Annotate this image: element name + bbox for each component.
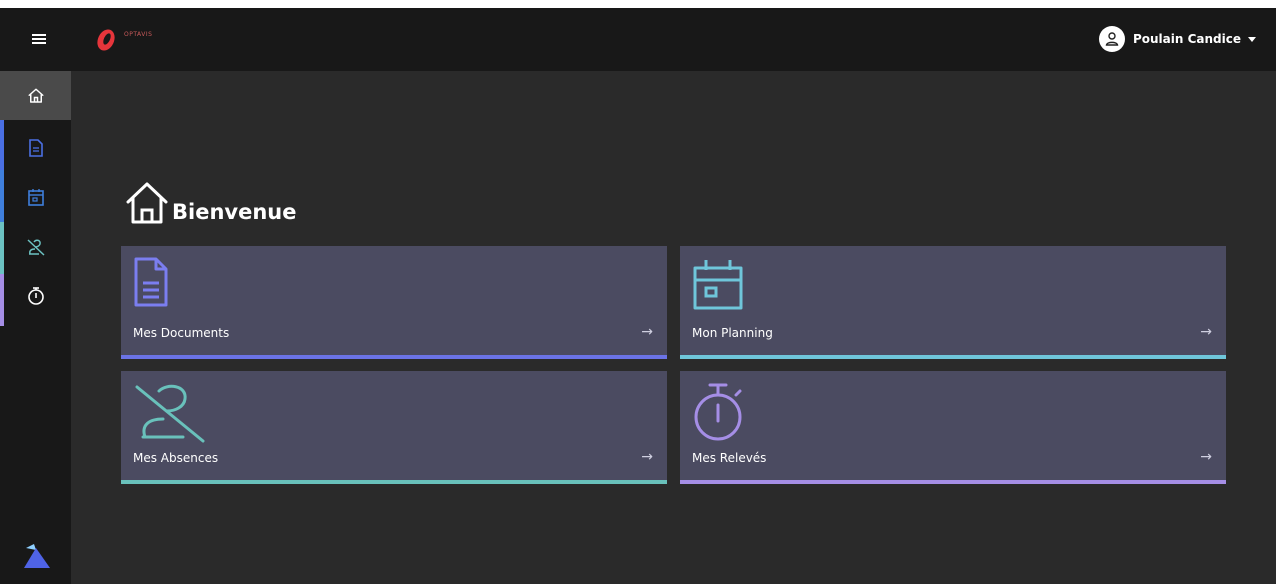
brand-shape-icon	[24, 544, 50, 568]
card-label: Mon Planning	[692, 326, 773, 340]
user-off-icon	[26, 238, 45, 256]
arrow-right-icon: →	[1200, 449, 1212, 465]
home-icon	[126, 182, 168, 224]
menu-icon[interactable]	[30, 30, 48, 48]
card-mes-absences[interactable]: Mes Absences →	[121, 371, 667, 484]
card-label: Mes Documents	[133, 326, 230, 340]
arrow-right-icon: →	[641, 324, 653, 340]
document-icon	[28, 138, 43, 157]
card-accent-line	[680, 480, 1226, 484]
avatar	[1098, 26, 1125, 52]
page-title: Bienvenue	[172, 200, 297, 224]
card-accent-line	[121, 480, 667, 484]
optavis-logo[interactable]: OPTAVIS	[90, 26, 152, 54]
sidebar-item-absences[interactable]	[0, 222, 71, 271]
card-accent-line	[121, 355, 667, 359]
stopwatch-icon	[694, 383, 742, 441]
user-icon	[1105, 32, 1119, 46]
sidebar	[0, 71, 71, 584]
sidebar-item-home[interactable]	[0, 71, 71, 120]
sidebar-item-releves[interactable]	[0, 271, 71, 320]
document-icon	[134, 257, 168, 307]
card-label: Mes Relevés	[692, 451, 767, 465]
card-accent-line	[680, 355, 1226, 359]
sidebar-item-planning[interactable]	[0, 172, 71, 221]
arrow-right-icon: →	[1200, 324, 1212, 340]
home-icon	[28, 88, 43, 103]
card-mes-documents[interactable]: Mes Documents →	[121, 246, 667, 359]
user-off-icon	[135, 384, 205, 443]
card-label: Mes Absences	[133, 451, 219, 465]
card-mes-releves[interactable]: Mes Relevés →	[680, 371, 1226, 484]
top-bar: OPTAVIS Poulain Candice	[0, 8, 1276, 71]
welcome-heading: Bienvenue	[124, 180, 296, 226]
user-menu[interactable]: Poulain Candice	[1098, 24, 1256, 54]
calendar-icon	[693, 260, 743, 310]
arrow-right-icon: →	[641, 449, 653, 465]
logo-mark-icon	[97, 29, 115, 51]
chevron-down-icon	[1248, 36, 1256, 42]
calendar-icon	[27, 188, 44, 206]
sidebar-item-documents[interactable]	[0, 123, 71, 172]
stopwatch-icon	[27, 286, 44, 305]
app-window: OPTAVIS Poulain Candice Bienvenue Mes Do…	[0, 8, 1276, 584]
logo-text: OPTAVIS	[124, 31, 153, 38]
user-name: Poulain Candice	[1132, 32, 1241, 46]
card-mon-planning[interactable]: Mon Planning →	[680, 246, 1226, 359]
